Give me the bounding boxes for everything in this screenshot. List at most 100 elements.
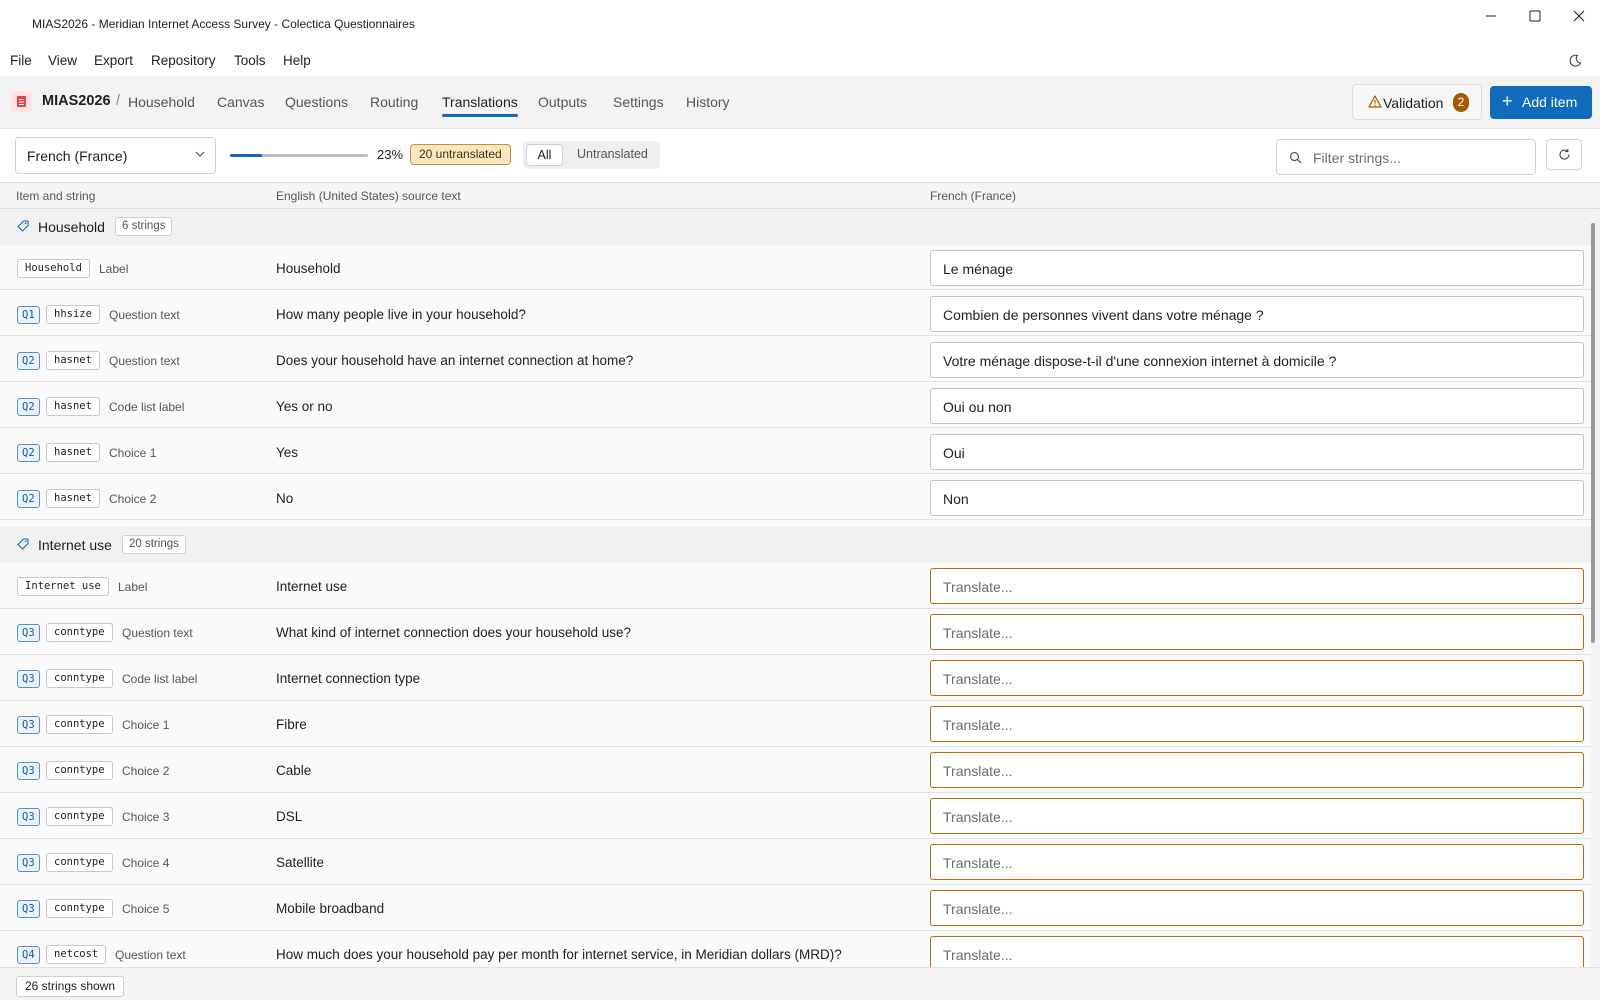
item-name-chip[interactable]: Internet use bbox=[17, 577, 109, 596]
menu-repository[interactable]: Repository bbox=[149, 53, 218, 68]
table-row: Q2 hasnet Code list label Yes or no Oui ou n… bbox=[0, 383, 1591, 428]
plus-icon: + bbox=[1502, 91, 1513, 111]
moon-icon bbox=[1569, 54, 1582, 67]
source-text: Internet use bbox=[276, 579, 348, 594]
item-name-chip[interactable]: conntype bbox=[46, 715, 113, 734]
translation-input[interactable]: Non bbox=[930, 480, 1584, 516]
translation-input[interactable]: Translate... bbox=[930, 798, 1584, 834]
menu-tools[interactable]: Tools bbox=[232, 53, 268, 68]
translation-input[interactable]: Le ménage bbox=[930, 250, 1584, 286]
add-item-label: Add item bbox=[1522, 94, 1578, 110]
add-item-button[interactable]: + Add item bbox=[1490, 86, 1592, 119]
menu-export[interactable]: Export bbox=[92, 53, 135, 68]
question-number-chip[interactable]: Q2 bbox=[17, 444, 40, 462]
language-select[interactable]: French (France) bbox=[15, 137, 216, 174]
item-name-chip[interactable]: conntype bbox=[46, 623, 113, 642]
menu-file[interactable]: File bbox=[8, 53, 34, 68]
breadcrumb-separator: / bbox=[116, 93, 121, 109]
question-number-chip[interactable]: Q1 bbox=[17, 306, 40, 324]
string-kind-label: Choice 2 bbox=[109, 492, 157, 506]
item-name-chip[interactable]: hasnet bbox=[46, 351, 100, 370]
string-kind-label: Choice 4 bbox=[122, 856, 170, 870]
item-name-chip[interactable]: conntype bbox=[46, 669, 113, 688]
translation-input[interactable]: Oui bbox=[930, 434, 1584, 470]
translation-input[interactable]: Translate... bbox=[930, 890, 1584, 926]
segment-untranslated[interactable]: Untranslated bbox=[577, 147, 648, 161]
status-bar: 26 strings shown bbox=[0, 967, 1600, 1000]
question-number-chip[interactable]: Q3 bbox=[17, 762, 40, 780]
translation-input[interactable]: Translate... bbox=[930, 936, 1584, 967]
group-header[interactable]: Internet use 20 strings bbox=[0, 527, 1591, 563]
tab-questions[interactable]: Questions bbox=[285, 94, 348, 110]
source-text: Fibre bbox=[276, 717, 307, 732]
item-name-chip[interactable]: hasnet bbox=[46, 397, 100, 416]
string-kind-label: Label bbox=[118, 580, 148, 594]
tab-translations[interactable]: Translations bbox=[442, 94, 518, 110]
question-number-chip[interactable]: Q3 bbox=[17, 854, 40, 872]
translation-input[interactable]: Votre ménage dispose-t-il d'une connexio… bbox=[930, 342, 1584, 378]
column-header-row: Item and string English (United States) … bbox=[0, 182, 1600, 209]
segment-all[interactable]: All bbox=[526, 144, 563, 166]
breadcrumb-project[interactable]: MIAS2026 bbox=[42, 93, 111, 109]
item-name-chip[interactable]: conntype bbox=[46, 899, 113, 918]
minimize-button[interactable] bbox=[1468, 0, 1514, 32]
filter-strings-input[interactable]: Filter strings... bbox=[1276, 139, 1536, 175]
close-icon bbox=[1573, 10, 1585, 22]
source-text: Yes bbox=[276, 445, 299, 460]
translation-input[interactable]: Translate... bbox=[930, 752, 1584, 788]
tab-routing[interactable]: Routing bbox=[370, 94, 418, 110]
refresh-icon bbox=[1558, 149, 1570, 160]
question-number-chip[interactable]: Q3 bbox=[17, 808, 40, 826]
item-name-chip[interactable]: hasnet bbox=[46, 443, 100, 462]
questionnaire-icon bbox=[11, 91, 32, 112]
question-number-chip[interactable]: Q2 bbox=[17, 490, 40, 508]
translation-input[interactable]: Combien de personnes vivent dans votre m… bbox=[930, 296, 1584, 332]
question-number-chip[interactable]: Q2 bbox=[17, 352, 40, 370]
question-number-chip[interactable]: Q3 bbox=[17, 670, 40, 688]
translation-input[interactable]: Translate... bbox=[930, 614, 1584, 650]
tab-history[interactable]: History bbox=[686, 94, 730, 110]
table-row: Q3 conntype Code list label Internet connec… bbox=[0, 655, 1591, 701]
translation-progress-fill bbox=[230, 154, 262, 157]
item-name-chip[interactable]: conntype bbox=[46, 807, 113, 826]
item-name-chip[interactable]: netcost bbox=[46, 945, 107, 964]
maximize-button[interactable] bbox=[1512, 0, 1558, 32]
menu-view[interactable]: View bbox=[46, 53, 79, 68]
item-name-chip[interactable]: conntype bbox=[46, 761, 113, 780]
menu-help[interactable]: Help bbox=[281, 53, 313, 68]
minimize-icon bbox=[1486, 15, 1496, 17]
question-number-chip[interactable]: Q3 bbox=[17, 624, 40, 642]
source-text: Household bbox=[276, 261, 341, 276]
close-button[interactable] bbox=[1556, 0, 1600, 32]
translation-input[interactable]: Translate... bbox=[930, 568, 1584, 604]
translation-input[interactable]: Translate... bbox=[930, 844, 1584, 880]
validation-button[interactable]: Validation 2 bbox=[1352, 84, 1482, 120]
breadcrumb-page[interactable]: Household bbox=[128, 94, 195, 110]
item-name-chip[interactable]: hhsize bbox=[46, 305, 100, 324]
item-name-chip[interactable]: hasnet bbox=[46, 489, 100, 508]
item-name-chip[interactable]: conntype bbox=[46, 853, 113, 872]
item-name-chip[interactable]: Household bbox=[17, 259, 90, 278]
tab-outputs[interactable]: Outputs bbox=[538, 94, 587, 110]
theme-toggle-button[interactable] bbox=[1568, 54, 1582, 71]
title-bar: MIAS2026 - Meridian Internet Access Surv… bbox=[0, 0, 1600, 48]
vertical-scrollbar[interactable] bbox=[1591, 223, 1595, 643]
question-number-chip[interactable]: Q4 bbox=[17, 946, 40, 964]
translation-input[interactable]: Translate... bbox=[930, 660, 1584, 696]
tab-canvas[interactable]: Canvas bbox=[217, 94, 264, 110]
translation-input[interactable]: Oui ou non bbox=[930, 388, 1584, 424]
source-text: DSL bbox=[276, 809, 303, 824]
translation-input[interactable]: Translate... bbox=[930, 706, 1584, 742]
question-number-chip[interactable]: Q2 bbox=[17, 398, 40, 416]
question-number-chip[interactable]: Q3 bbox=[17, 716, 40, 734]
refresh-button[interactable] bbox=[1546, 139, 1582, 170]
group-string-count: 20 strings bbox=[122, 535, 186, 554]
tab-settings[interactable]: Settings bbox=[613, 94, 664, 110]
table-row: Q3 conntype Question text What kind of inte… bbox=[0, 609, 1591, 655]
group-header[interactable]: Household 6 strings bbox=[0, 209, 1591, 245]
maximize-icon bbox=[1529, 10, 1541, 22]
question-number-chip[interactable]: Q3 bbox=[17, 900, 40, 918]
string-kind-label: Choice 3 bbox=[122, 810, 170, 824]
table-row: Household Label Household Le ménage bbox=[0, 245, 1591, 290]
source-text: How many people live in your household? bbox=[276, 307, 526, 322]
